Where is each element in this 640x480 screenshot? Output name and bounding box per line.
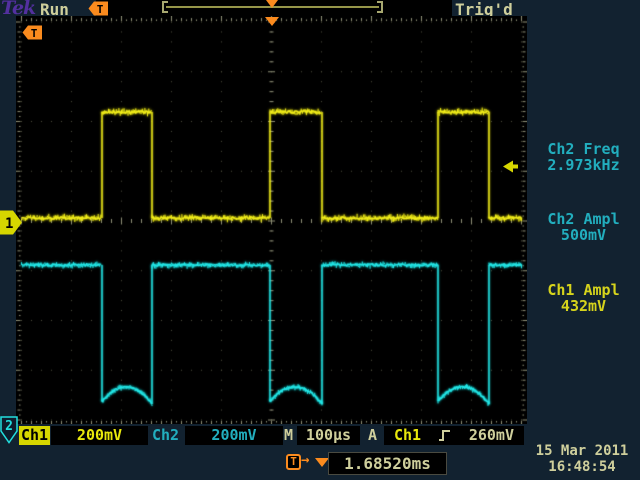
trigger-position-marker-icon xyxy=(265,17,279,26)
measurement-value: 500mV xyxy=(527,227,640,243)
measurement-label: Ch2 Ampl xyxy=(527,211,640,227)
waveform-graticule-canvas xyxy=(16,16,527,424)
measurement-value: 432mV xyxy=(527,298,640,314)
trigger-level-arrow-icon xyxy=(503,160,519,173)
delay-triangle-icon xyxy=(315,458,329,467)
date-value: 15 Mar 2011 xyxy=(527,443,637,459)
timebase-value: 100µs xyxy=(297,426,360,445)
trigger-readout: Ch1 260mV xyxy=(384,426,524,445)
display-area xyxy=(16,16,527,424)
oscilloscope-screen: Tek Run T Trig'd T 1 2 Ch2 Freq 2.973kHz… xyxy=(0,0,640,480)
ch2-scale-value: 200mV xyxy=(185,426,283,445)
trigger-level-value: 260mV xyxy=(469,426,514,445)
delayed-trigger-flag-letter: T xyxy=(31,27,38,40)
ch1-scale-value: 200mV xyxy=(51,426,148,445)
measurement-ch1-ampl: Ch1 Ampl 432mV xyxy=(527,282,640,314)
trigger-mode-label: A xyxy=(368,426,377,445)
record-window-right-bracket xyxy=(377,1,383,13)
ch1-position-marker: 1 xyxy=(0,210,23,235)
ch2-scale-label: Ch2 xyxy=(152,426,179,445)
ch2-marker-number: 2 xyxy=(5,419,13,434)
delay-arrow-icon: → xyxy=(301,452,309,468)
measurement-ch2-ampl: Ch2 Ampl 500mV xyxy=(527,211,640,243)
measurement-label: Ch2 Freq xyxy=(527,141,640,157)
delay-trigger-icon: T xyxy=(286,454,301,470)
delay-time-readout: 1.68520ms xyxy=(328,452,447,475)
timebase-label: M xyxy=(284,426,293,445)
delayed-trigger-flag-icon: T xyxy=(22,25,43,40)
rising-edge-icon xyxy=(437,428,452,443)
ch2-position-marker: 2 xyxy=(0,416,19,444)
measurement-label: Ch1 Ampl xyxy=(527,282,640,298)
time-value: 16:48:54 xyxy=(527,459,637,475)
ch1-marker-number: 1 xyxy=(5,216,13,232)
trigger-source: Ch1 xyxy=(394,426,421,445)
datetime-readout: 15 Mar 2011 16:48:54 xyxy=(527,443,637,475)
record-trigger-position-icon xyxy=(266,0,278,8)
measurement-value: 2.973kHz xyxy=(527,157,640,173)
ch1-scale-badge: Ch1 xyxy=(19,426,50,445)
trigger-time-flag-icon: T xyxy=(88,1,109,16)
trigger-flag-letter: T xyxy=(97,3,104,16)
measurement-ch2-freq: Ch2 Freq 2.973kHz xyxy=(527,141,640,173)
